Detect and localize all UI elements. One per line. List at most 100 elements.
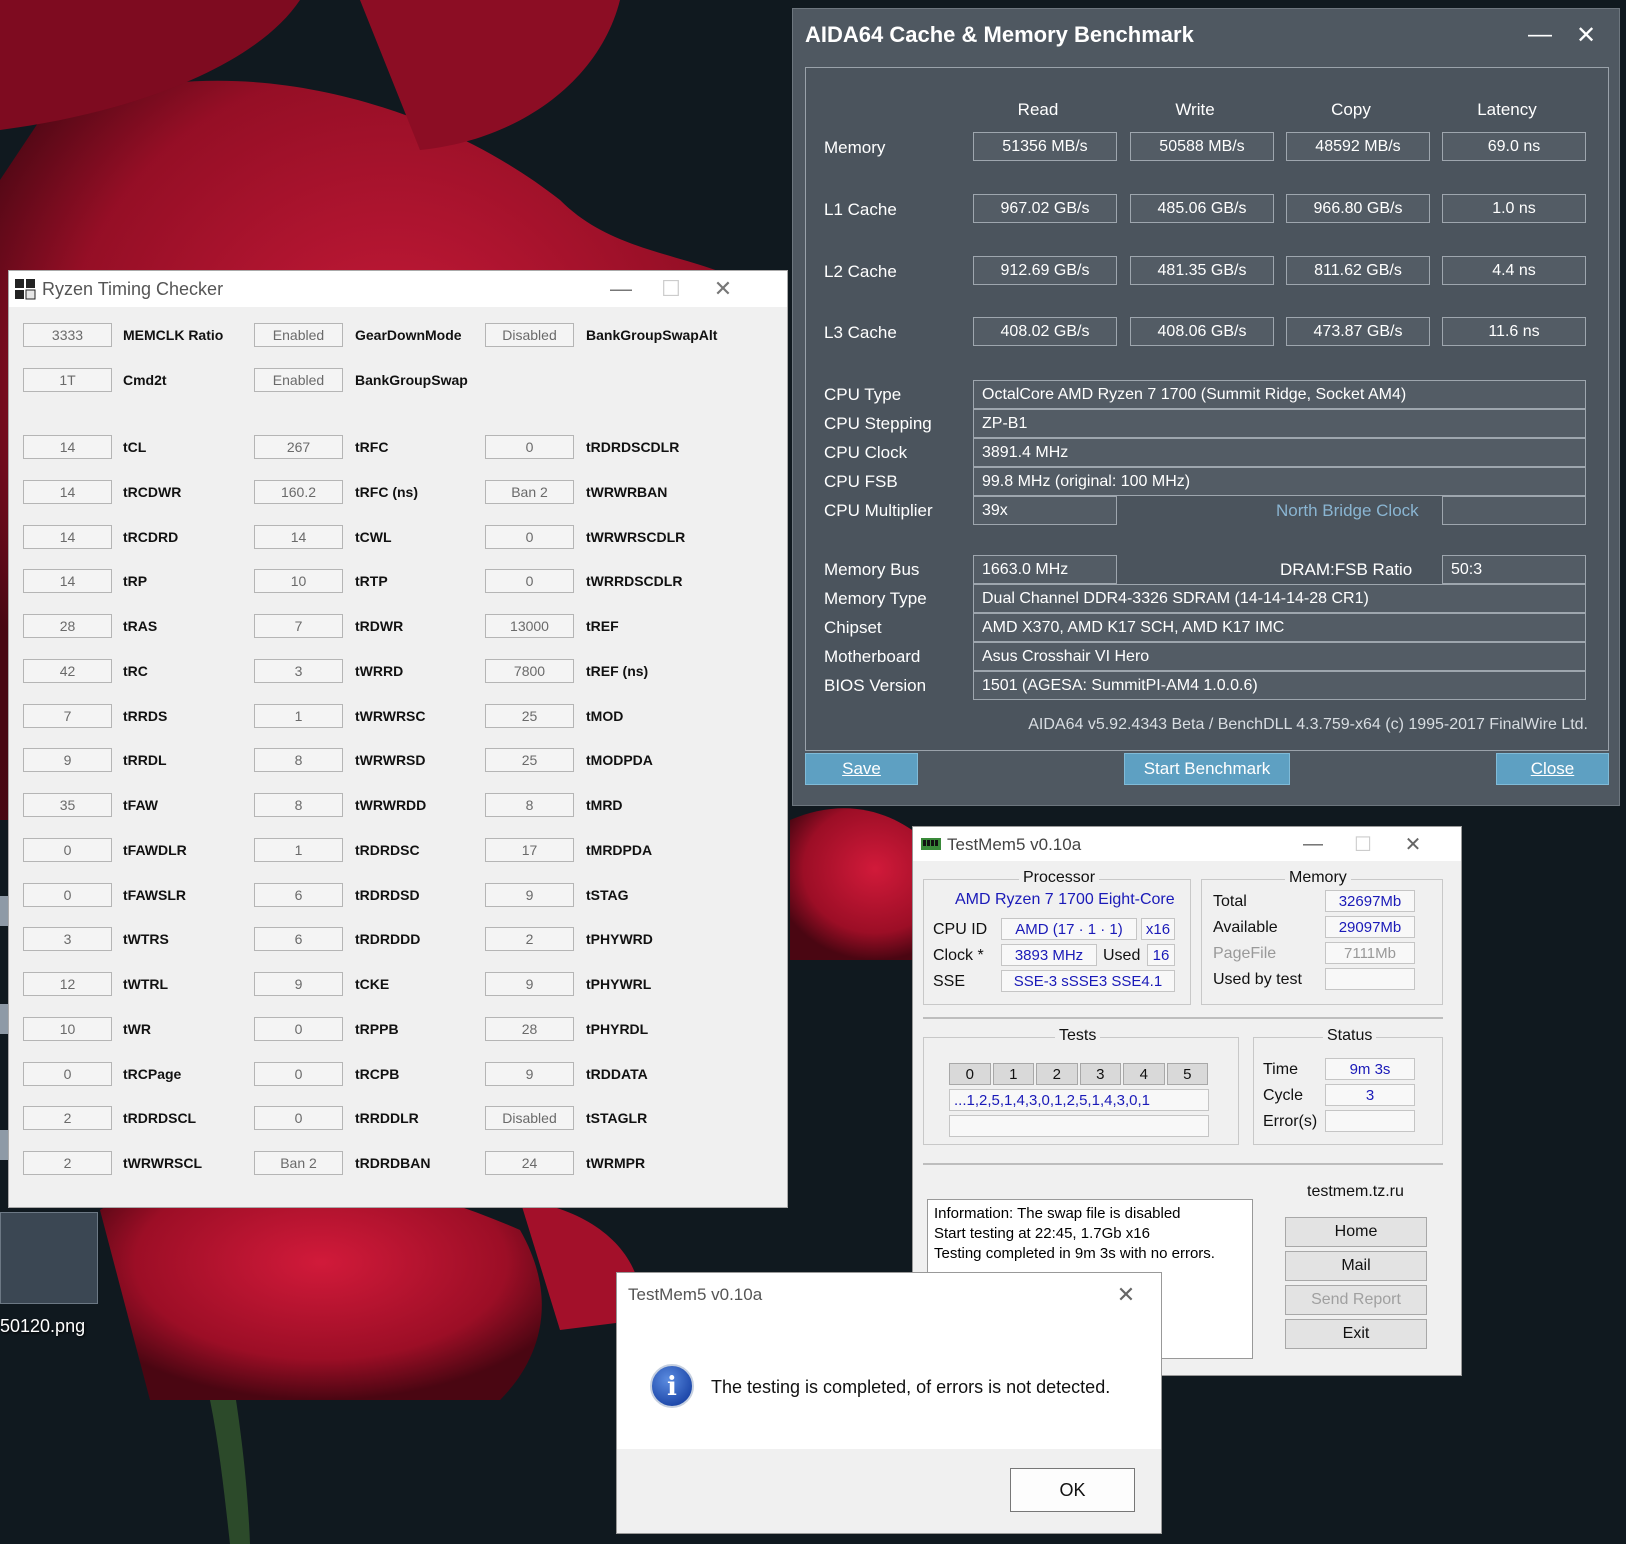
start-benchmark-button[interactable]: Start Benchmark	[1124, 753, 1290, 785]
timing-value-trrds: 7	[23, 703, 112, 728]
tm5-title: TestMem5 v0.10a	[947, 835, 1082, 854]
svg-text:i: i	[667, 1372, 677, 1402]
north-bridge-clock-label: North Bridge Clock	[1276, 501, 1419, 520]
timing-value-twrwrban: Ban 2	[485, 479, 574, 504]
timing-label-tfaw: tFAW	[123, 797, 158, 813]
timing-label-twrwrsd: tWRWRSD	[355, 752, 426, 769]
timing-label-bankgroupswapalt: BankGroupSwapAlt	[586, 327, 718, 343]
timing-value-tfawslr: 0	[23, 882, 112, 907]
sse-value: SSE-3 sSSE3 SSE4.1	[1001, 970, 1175, 992]
maximize-button[interactable]: ☐	[1338, 827, 1388, 861]
timing-value-tstaglr: Disabled	[485, 1106, 574, 1131]
dialog-close-button[interactable]: ✕	[1101, 1273, 1151, 1317]
chipset-value: AMD X370, AMD K17 SCH, AMD K17 IMC	[973, 613, 1586, 642]
cycle-value: 3	[1325, 1084, 1415, 1106]
timing-label-trp: tRP	[123, 573, 148, 590]
timing-value-tras: 28	[23, 614, 112, 638]
north-bridge-clock-value	[1442, 496, 1586, 525]
mail-button[interactable]: Mail	[1285, 1251, 1427, 1281]
log-line: Testing completed in 9m 3s with no error…	[934, 1245, 1215, 1262]
rtc-title: Ryzen Timing Checker	[42, 279, 224, 299]
timing-value-trrdl: 9	[23, 748, 112, 773]
col-header-write: Write	[1175, 100, 1215, 119]
tests-progress	[949, 1115, 1209, 1137]
timing-value-tfaw: 35	[23, 793, 112, 817]
timing-label-trcpb: tRCPB	[355, 1065, 400, 1082]
close-button[interactable]: ✕	[1388, 827, 1438, 861]
cpu-stepping-label: CPU Stepping	[824, 414, 932, 433]
col-header-read: Read	[1017, 100, 1059, 119]
l1-write-value: 485.06 GB/s	[1130, 194, 1274, 223]
cpu-type-label: CPU Type	[824, 385, 902, 404]
timing-value-tmrd: 8	[485, 793, 574, 817]
close-button-label: Close	[1530, 759, 1575, 778]
send-report-button[interactable]: Send Report	[1285, 1285, 1427, 1315]
aida64-title-bar[interactable]: AIDA64 Cache & Memory Benchmark — ✕	[793, 9, 1619, 59]
timing-value-trcdrd: 14	[23, 524, 112, 549]
timing-label-trfc-ns: tRFC (ns)	[355, 483, 418, 500]
cpu-name: AMD Ryzen 7 1700 Eight-Core	[955, 891, 1175, 908]
memory-type-label: Memory Type	[824, 589, 927, 608]
timing-label-tcwl: tCWL	[355, 528, 392, 545]
memory-type-value: Dual Channel DDR4-3326 SDRAM (14-14-14-2…	[973, 584, 1586, 613]
timing-label-twrwrdd: tWRWRDD	[355, 797, 427, 813]
aida64-window: AIDA64 Cache & Memory Benchmark — ✕ Read…	[792, 8, 1620, 806]
desktop-file-label[interactable]: 50120.png	[0, 1316, 85, 1337]
save-button[interactable]: Save	[805, 753, 918, 785]
timing-value-twrmpr: 24	[485, 1151, 574, 1175]
home-button[interactable]: Home	[1285, 1217, 1427, 1247]
timing-value-trcpage: 0	[23, 1061, 112, 1086]
rtc-app-icon	[15, 279, 36, 300]
errors-label: Error(s)	[1263, 1113, 1318, 1130]
test-number-cell: 4	[1123, 1063, 1165, 1085]
timing-label-twtrl: tWTRL	[123, 976, 169, 992]
timing-label-tfawslr: tFAWSLR	[123, 886, 186, 903]
tm5-title-bar[interactable]: TestMem5 v0.10a — ☐ ✕	[913, 827, 1461, 861]
timing-value-twrwrsc: 1	[254, 703, 343, 728]
close-aida-button[interactable]: Close	[1496, 753, 1609, 785]
test-number-cell: 1	[992, 1063, 1034, 1085]
chipset-label: Chipset	[824, 618, 882, 637]
l1-read-value: 967.02 GB/s	[973, 194, 1117, 223]
used-by-test-value	[1325, 968, 1415, 990]
l2-read-value: 912.69 GB/s	[973, 256, 1117, 285]
minimize-button[interactable]: —	[1515, 15, 1565, 55]
l3-latency-value: 11.6 ns	[1442, 317, 1586, 346]
timing-label-tref: tREF	[586, 618, 619, 634]
cpu-stepping-value: ZP-B1	[973, 409, 1586, 438]
col-header-latency: Latency	[1477, 100, 1537, 119]
close-button[interactable]: ✕	[1561, 15, 1611, 55]
pagefile-value: 7111Mb	[1325, 942, 1415, 964]
website-caption: testmem.tz.ru	[1303, 1183, 1408, 1201]
row-label-l1: L1 Cache	[824, 200, 897, 219]
time-label: Time	[1263, 1061, 1298, 1078]
l1-latency-value: 1.0 ns	[1442, 194, 1586, 223]
maximize-button[interactable]: ☐	[646, 271, 696, 307]
rtc-title-bar[interactable]: Ryzen Timing Checker — ☐ ✕	[9, 271, 787, 307]
memory-chip-icon	[921, 838, 941, 850]
minimize-button[interactable]: —	[1288, 827, 1338, 861]
desktop-thumbnail	[0, 1212, 98, 1304]
timing-value-trfc: 267	[254, 435, 343, 459]
timing-value-trdrdscdlr: 0	[485, 435, 574, 459]
minimize-button[interactable]: —	[596, 271, 646, 307]
close-button[interactable]: ✕	[698, 271, 748, 307]
ok-button[interactable]: OK	[1010, 1468, 1135, 1512]
timing-value-trdwr: 7	[254, 614, 343, 638]
timing-value-trdrddd: 6	[254, 927, 343, 952]
timing-label-tmrdpda: tMRDPDA	[586, 841, 653, 858]
timing-label-trdrdban: tRDRDBAN	[355, 1155, 431, 1171]
timing-label-trcdrd: tRCDRD	[123, 528, 179, 545]
timing-label-memclk-ratio: MEMCLK Ratio	[123, 327, 224, 343]
timing-label-trrddlr: tRRDDLR	[355, 1110, 419, 1127]
desktop-edge-icon	[0, 1130, 8, 1160]
timing-label-trc: tRC	[123, 662, 148, 679]
row-label-l2: L2 Cache	[824, 262, 897, 281]
row-label-l3: L3 Cache	[824, 323, 897, 342]
timing-value-trp: 14	[23, 569, 112, 594]
timing-value-trddata: 9	[485, 1061, 574, 1086]
exit-button[interactable]: Exit	[1285, 1319, 1427, 1349]
cpu-clock-value: 3891.4 MHz	[973, 438, 1586, 467]
timing-value-tmodpda: 25	[485, 748, 574, 773]
timing-value-trdrdscl: 2	[23, 1106, 112, 1131]
